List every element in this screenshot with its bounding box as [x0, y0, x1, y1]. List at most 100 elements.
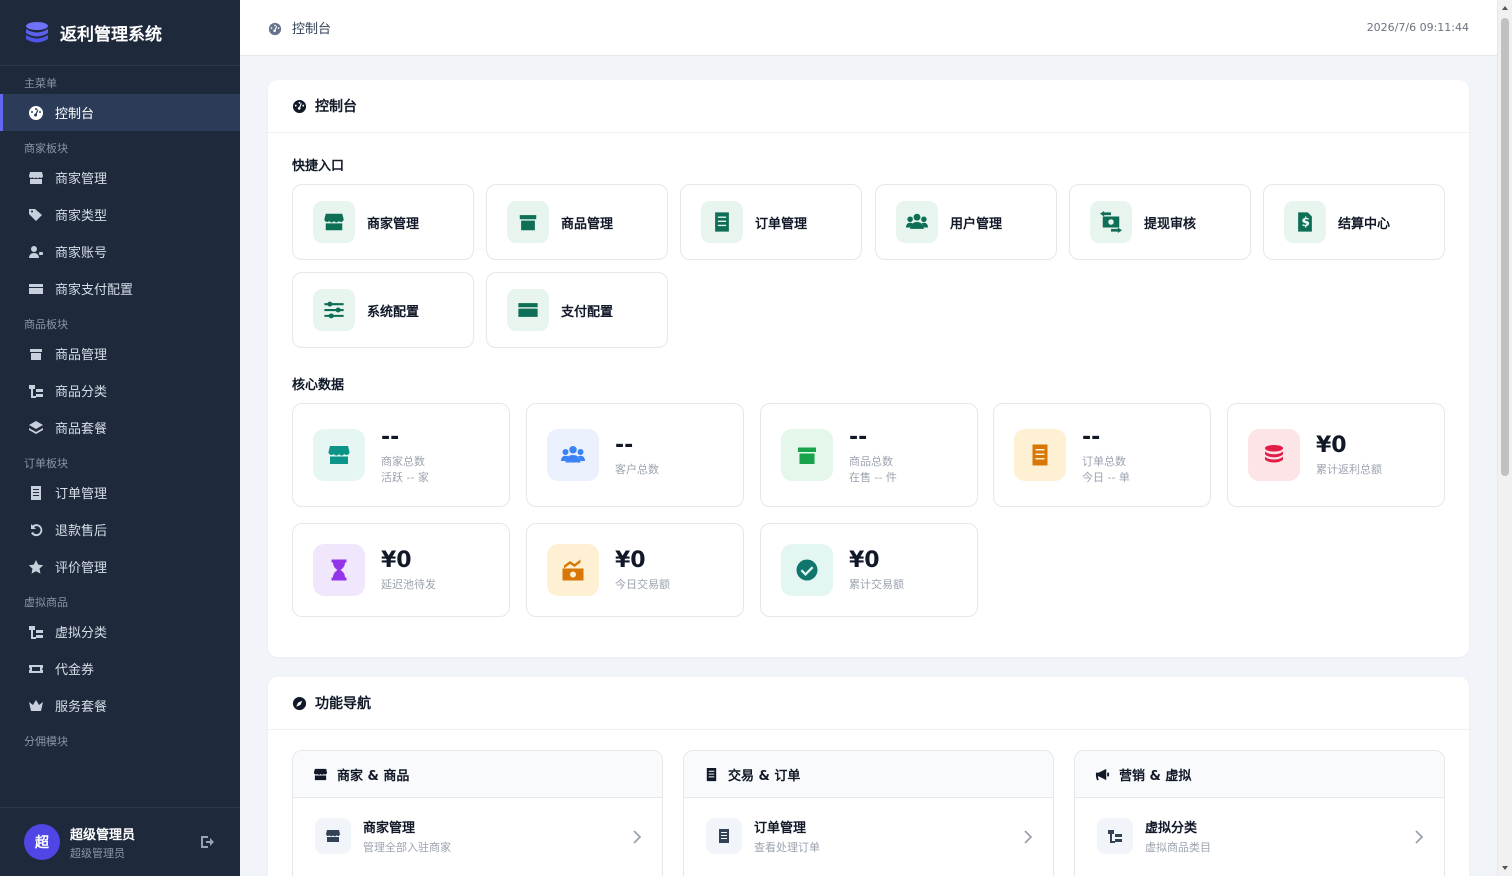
sidebar-item-order-manage[interactable]: 订单管理	[0, 474, 240, 511]
stat-order-total: -- 订单总数 今日 -- 单	[993, 403, 1211, 507]
nav-link-desc: 管理全部入驻商家	[363, 841, 451, 854]
sidebar-item-merchant-account[interactable]: 商家账号	[0, 233, 240, 270]
star-icon	[28, 559, 44, 575]
receipt-icon	[704, 767, 719, 782]
store-icon	[313, 201, 355, 243]
sidebar-item-review[interactable]: 评价管理	[0, 548, 240, 585]
sidebar-item-label: 虚拟分类	[55, 626, 108, 641]
quick-pay-config[interactable]: 支付配置	[486, 272, 668, 348]
sidebar-item-service-package[interactable]: 服务套餐	[0, 687, 240, 724]
group-title: 营销 & 虚拟	[1119, 768, 1192, 784]
sidebar: 返利管理系统 主菜单 控制台 商家板块 商家管理 商家类型 商家账号 商家支付配…	[0, 0, 240, 876]
tags-icon	[28, 207, 44, 223]
quick-withdraw-review[interactable]: 提现审核	[1069, 184, 1251, 260]
nav-link-order-manage[interactable]: 订单管理 查看处理订单	[684, 798, 1053, 874]
nav-section-title: 商品板块	[24, 318, 68, 331]
stat-value: ¥0	[1316, 433, 1347, 458]
stat-text: ¥0 累计交易额	[849, 548, 904, 592]
dashboard-icon	[292, 99, 307, 114]
receipt-icon	[706, 818, 742, 854]
card-header: 控制台	[268, 80, 1469, 133]
check-circle-icon	[781, 544, 833, 596]
stat-value: --	[615, 433, 634, 458]
scroll-up-arrow-icon[interactable]	[1502, 6, 1508, 10]
sidebar-item-label: 代金券	[55, 663, 95, 678]
sidebar-item-label: 商品套餐	[55, 422, 108, 437]
sidebar-item-merchant-pay-config[interactable]: 商家支付配置	[0, 270, 240, 307]
stat-label: 客户总数	[615, 463, 659, 476]
group-header: 营销 & 虚拟	[1075, 751, 1444, 798]
crown-icon	[28, 698, 44, 714]
credit-card-icon	[28, 281, 44, 297]
hourglass-icon	[313, 544, 365, 596]
sidebar-item-label: 控制台	[55, 107, 95, 122]
quick-goods-manage[interactable]: 商品管理	[486, 184, 668, 260]
dashboard-card: 控制台 快捷入口 商家管理 商品管理 订单管理 用户管理 提现审核 结算中心 系…	[268, 80, 1469, 657]
user-info: 超级管理员 超级管理员	[70, 824, 135, 861]
ticket-icon	[28, 661, 44, 677]
quick-settlement[interactable]: 结算中心	[1263, 184, 1445, 260]
quick-label: 提现审核	[1144, 216, 1197, 232]
stat-value: --	[381, 425, 400, 450]
quick-label: 商家管理	[367, 216, 420, 232]
group-title: 商家 & 商品	[337, 768, 410, 784]
breadcrumb: 控制台	[292, 22, 332, 37]
stat-text: -- 商品总数 在售 -- 件	[849, 425, 897, 485]
scroll-thumb[interactable]	[1501, 18, 1509, 476]
group-header: 商家 & 商品	[293, 751, 662, 798]
sidebar-item-label: 服务套餐	[55, 700, 108, 715]
sidebar-item-goods-category[interactable]: 商品分类	[0, 372, 240, 409]
sidebar-item-refund[interactable]: 退款售后	[0, 511, 240, 548]
box-icon	[781, 429, 833, 481]
sidebar-item-merchant-type[interactable]: 商家类型	[0, 196, 240, 233]
box-icon	[507, 201, 549, 243]
store-icon	[313, 429, 365, 481]
card-header: 功能导航	[268, 677, 1469, 730]
user-profile[interactable]: 超 超级管理员 超级管理员	[0, 807, 240, 876]
trend-up-icon	[547, 544, 599, 596]
user-role: 超级管理员	[70, 846, 125, 860]
store-icon	[28, 170, 44, 186]
box-icon	[28, 346, 44, 362]
stat-label: 累计返利总额	[1316, 463, 1382, 476]
sidebar-item-goods-package[interactable]: 商品套餐	[0, 409, 240, 446]
logout-icon[interactable]	[200, 834, 216, 850]
sidebar-item-voucher[interactable]: 代金券	[0, 650, 240, 687]
nav-section-title: 订单板块	[24, 457, 68, 470]
receipt-icon	[701, 201, 743, 243]
stat-label: 商家总数	[381, 455, 425, 468]
quick-label: 订单管理	[755, 216, 808, 232]
megaphone-icon	[1095, 767, 1110, 782]
page-scrollbar[interactable]	[1497, 0, 1512, 876]
quick-order-manage[interactable]: 订单管理	[680, 184, 862, 260]
card-title: 功能导航	[315, 696, 371, 712]
sidebar-item-goods-manage[interactable]: 商品管理	[0, 335, 240, 372]
nav-group-trade-order: 交易 & 订单 订单管理 查看处理订单	[683, 750, 1054, 876]
sidebar-item-dashboard[interactable]: 控制台	[0, 94, 240, 131]
core-data-title: 核心数据	[292, 378, 345, 393]
current-time: 2026/7/6 09:11:44	[1366, 21, 1469, 34]
nav-link-virtual-category[interactable]: 虚拟分类 虚拟商品类目	[1075, 798, 1444, 874]
nav-section-title: 主菜单	[24, 77, 57, 90]
brand[interactable]: 返利管理系统	[0, 0, 240, 66]
database-logo-icon	[26, 21, 48, 42]
sidebar-nav: 主菜单 控制台 商家板块 商家管理 商家类型 商家账号 商家支付配置 商品板块 …	[0, 66, 240, 807]
stat-goods-total: -- 商品总数 在售 -- 件	[760, 403, 978, 507]
sidebar-item-merchant-manage[interactable]: 商家管理	[0, 159, 240, 196]
stat-value: --	[1082, 425, 1101, 450]
quick-user-manage[interactable]: 用户管理	[875, 184, 1057, 260]
sidebar-item-label: 退款售后	[55, 524, 108, 539]
dashboard-icon	[268, 21, 282, 35]
quick-merchant-manage[interactable]: 商家管理	[292, 184, 474, 260]
sidebar-item-label: 商家类型	[55, 209, 108, 224]
scroll-down-arrow-icon[interactable]	[1502, 866, 1508, 870]
sidebar-item-virtual-category[interactable]: 虚拟分类	[0, 613, 240, 650]
nav-section-title: 商家板块	[24, 142, 68, 155]
sidebar-item-label: 商品分类	[55, 385, 108, 400]
quick-label: 系统配置	[367, 304, 420, 320]
nav-link-merchant-manage[interactable]: 商家管理 管理全部入驻商家	[293, 798, 662, 874]
stat-merchant-total: -- 商家总数 活跃 -- 家	[292, 403, 510, 507]
stat-text: ¥0 累计返利总额	[1316, 433, 1382, 477]
stat-sub: 在售 -- 件	[849, 471, 897, 484]
quick-system-config[interactable]: 系统配置	[292, 272, 474, 348]
